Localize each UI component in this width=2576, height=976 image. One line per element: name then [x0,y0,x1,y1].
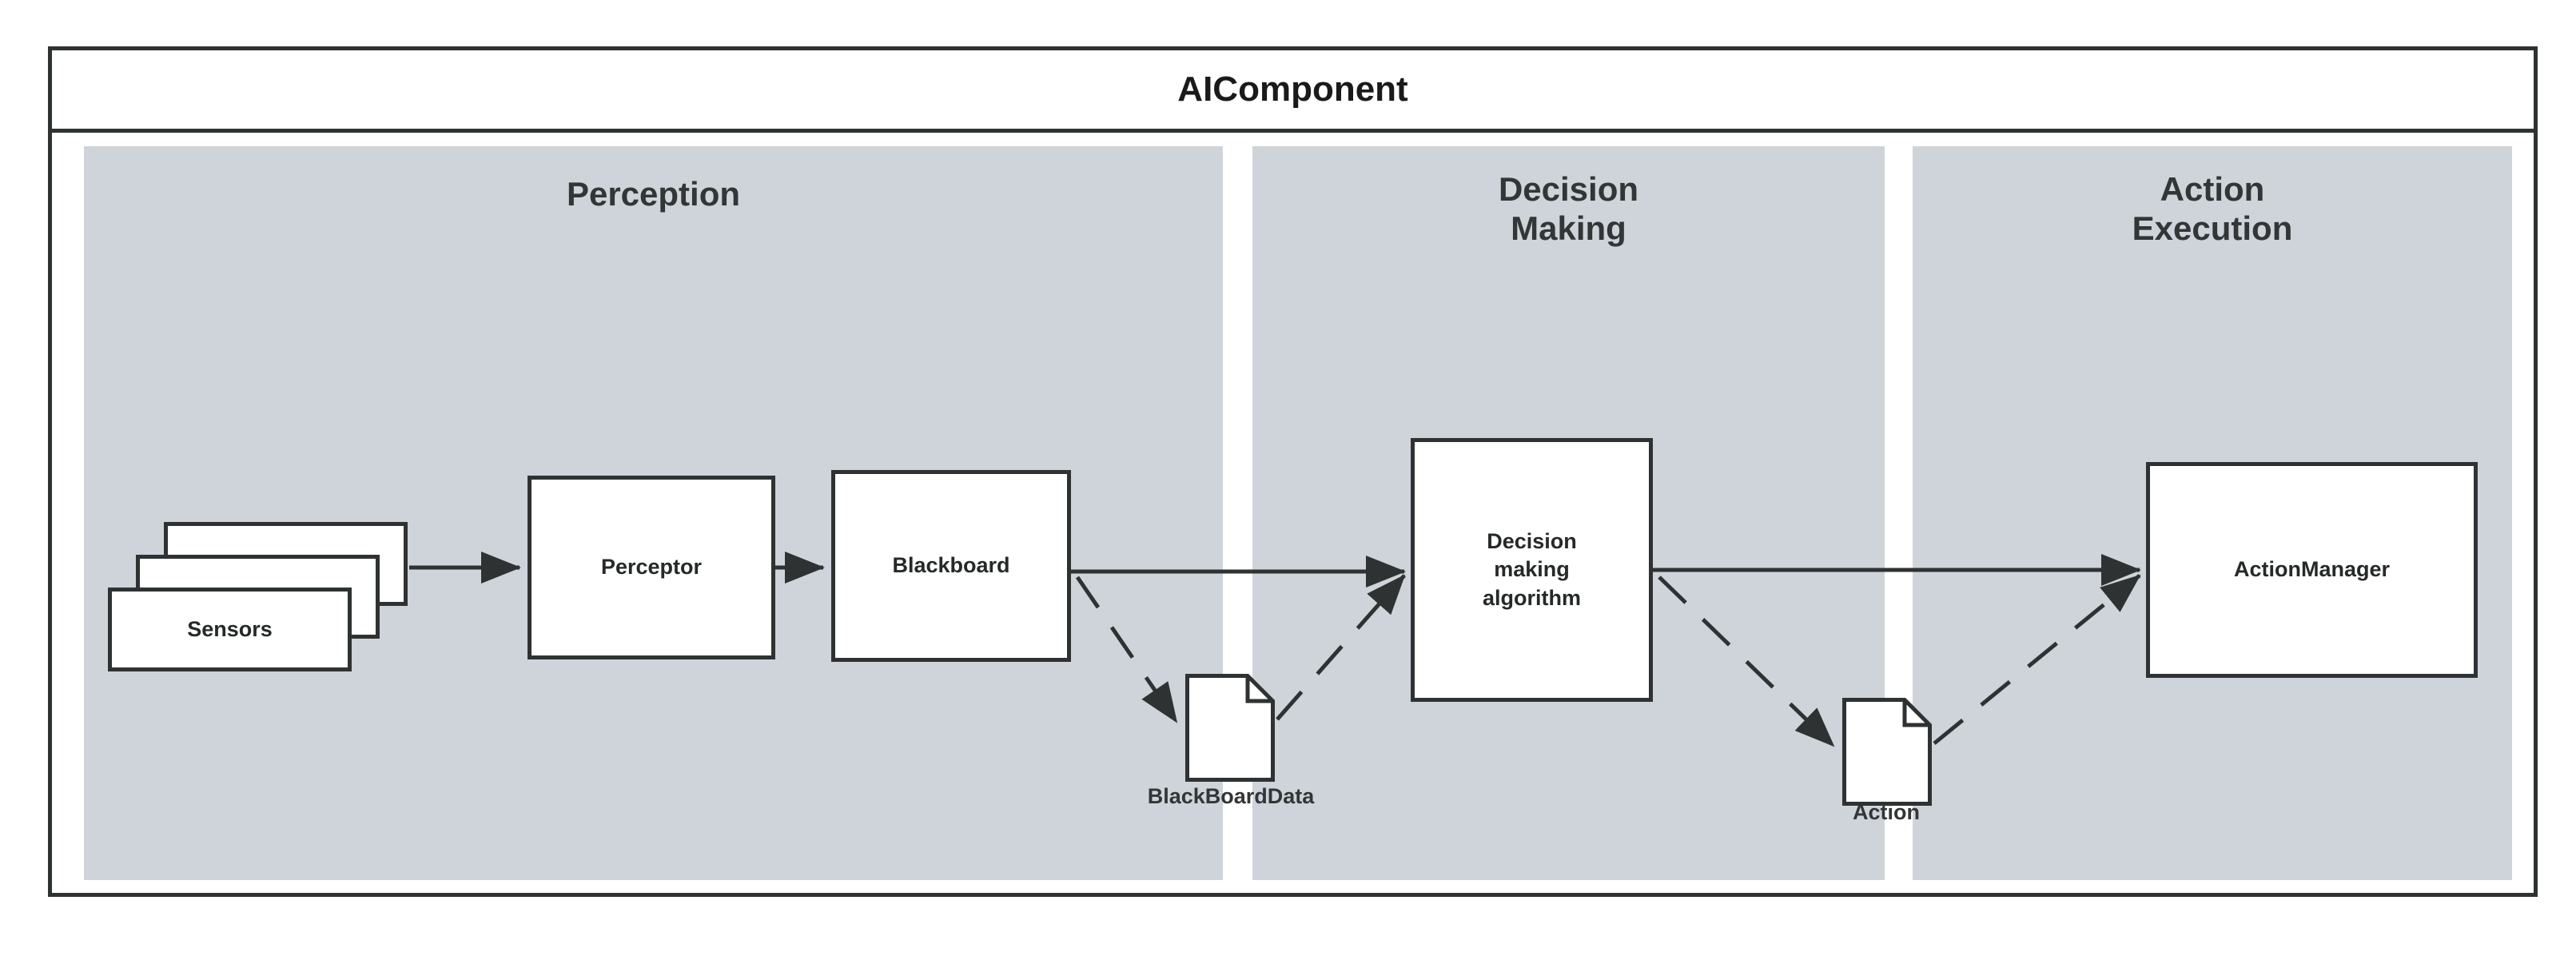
node-blackboard[interactable]: Blackboard [831,470,1071,662]
node-blackboard-label: Blackboard [892,553,1010,578]
node-perceptor[interactable]: Perceptor [528,476,775,659]
node-action-manager-label: ActionManager [2233,557,2391,582]
page-title: AIComponent [1177,70,1408,109]
node-action-manager[interactable]: ActionManager [2146,462,2478,678]
document-body-icon [1842,698,1932,806]
node-action[interactable] [1842,698,1932,806]
node-sensors-label: Sensors [187,616,273,641]
document-body-icon [1185,674,1275,782]
node-decision-making-algorithm-label: Decision making algorithm [1482,528,1581,610]
node-blackboarddata-label: BlackBoardData [1147,784,1315,808]
node-perceptor-label: Perceptor [600,555,703,580]
lane-perception-title: Perception [566,175,741,213]
lane-action-execution-title: Action Execution [2132,170,2293,247]
component-title-bar: AIComponent [52,50,2534,133]
node-action-label: Action [1853,800,1920,824]
lane-decision-making-title: Decision Making [1498,170,1639,247]
diagram-canvas: AIComponent Perception Decision Making A… [0,0,2576,976]
node-decision-making-algorithm[interactable]: Decision making algorithm [1411,438,1653,702]
node-blackboarddata[interactable] [1185,674,1275,782]
node-sensors[interactable]: Sensors [108,588,352,671]
